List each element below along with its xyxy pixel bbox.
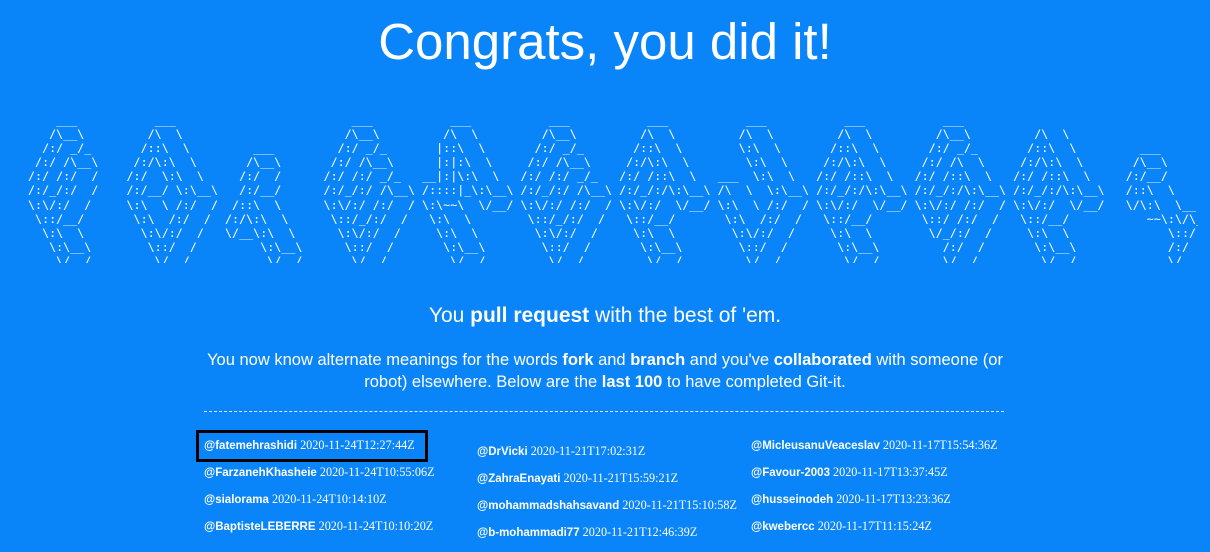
user-link[interactable]: @BaptisteLEBERRE — [204, 521, 316, 533]
timestamp: 2020-11-21T12:46:39Z — [582, 525, 698, 539]
desc-bold-branch: branch — [630, 351, 686, 369]
completion-page: Congrats, you did it! ___ ___ ___ ___ __… — [0, 0, 1210, 552]
desc-text-5: to have completed Git-it. — [662, 373, 846, 391]
user-link[interactable]: @MicleusanuVeaceslav — [751, 440, 880, 452]
subtitle: You pull request with the best of 'em. — [0, 302, 1210, 330]
dashed-divider — [204, 411, 1004, 412]
ascii-art-banner: ___ ___ ___ ___ ___ ___ ___ ___ ___ ___ … — [28, 113, 1198, 263]
completion-entry: @kwebercc 2020-11-17T11:15:24Z — [751, 513, 1021, 540]
timestamp: 2020-11-24T10:55:06Z — [319, 465, 435, 479]
completions-column-3: @MicleusanuVeaceslav 2020-11-17T15:54:36… — [751, 432, 1021, 540]
timestamp: 2020-11-17T11:15:24Z — [817, 519, 932, 533]
timestamp: 2020-11-17T15:54:36Z — [882, 438, 998, 452]
completion-entry: @ZahraEnayati 2020-11-21T15:59:21Z — [477, 465, 747, 492]
desc-bold-collaborated: collaborated — [773, 351, 872, 369]
completion-entry: @mohammadshahsavand 2020-11-21T15:10:58Z — [477, 492, 747, 519]
user-link[interactable]: @kwebercc — [751, 521, 815, 533]
completion-entry: @sialorama 2020-11-24T10:14:10Z — [204, 486, 474, 513]
selection-highlight-box — [196, 430, 428, 462]
user-link[interactable]: @ZahraEnayati — [477, 473, 560, 485]
completion-entry: @MicleusanuVeaceslav 2020-11-17T15:54:36… — [751, 432, 1021, 459]
user-link[interactable]: @husseinodeh — [751, 494, 833, 506]
user-link[interactable]: @FarzanehKhasheie — [204, 467, 317, 479]
user-link[interactable]: @Favour-2003 — [751, 467, 830, 479]
desc-text-2: and — [593, 351, 631, 369]
desc-bold-last-100: last 100 — [601, 373, 663, 391]
desc-bold-fork: fork — [562, 351, 594, 369]
timestamp: 2020-11-21T15:59:21Z — [563, 471, 679, 485]
completion-entry: @b-mohammadi77 2020-11-21T12:46:39Z — [477, 519, 747, 546]
timestamp: 2020-11-17T13:37:45Z — [833, 465, 948, 479]
user-link[interactable]: @sialorama — [204, 494, 269, 506]
completion-entry: @DrVicki 2020-11-21T17:02:31Z — [477, 438, 747, 465]
completion-entry: @Favour-2003 2020-11-17T13:37:45Z — [751, 459, 1021, 486]
completion-entry: @husseinodeh 2020-11-17T13:23:36Z — [751, 486, 1021, 513]
subtitle-post: with the best of 'em. — [589, 304, 782, 327]
completions-column-2: @DrVicki 2020-11-21T17:02:31Z @ZahraEnay… — [477, 438, 747, 546]
completion-entry: @FarzanehKhasheie 2020-11-24T10:55:06Z — [204, 459, 474, 486]
description: You now know alternate meanings for the … — [205, 349, 1005, 393]
timestamp: 2020-11-24T10:10:20Z — [318, 519, 434, 533]
subtitle-pre: You — [428, 304, 471, 327]
page-title: Congrats, you did it! — [378, 13, 832, 70]
user-link[interactable]: @mohammadshahsavand — [477, 500, 619, 512]
user-link[interactable]: @DrVicki — [477, 446, 528, 458]
subtitle-bold: pull request — [470, 304, 590, 327]
timestamp: 2020-11-17T13:23:36Z — [836, 492, 951, 506]
desc-text-1: You now know alternate meanings for the … — [207, 351, 563, 369]
desc-text-3: and you've — [685, 351, 774, 369]
completion-entry: @BaptisteLEBERRE 2020-11-24T10:10:20Z — [204, 513, 474, 540]
timestamp: 2020-11-21T17:02:31Z — [530, 444, 646, 458]
user-link[interactable]: @b-mohammadi77 — [477, 527, 580, 539]
timestamp: 2020-11-24T10:14:10Z — [271, 492, 387, 506]
timestamp: 2020-11-21T15:10:58Z — [622, 498, 737, 512]
